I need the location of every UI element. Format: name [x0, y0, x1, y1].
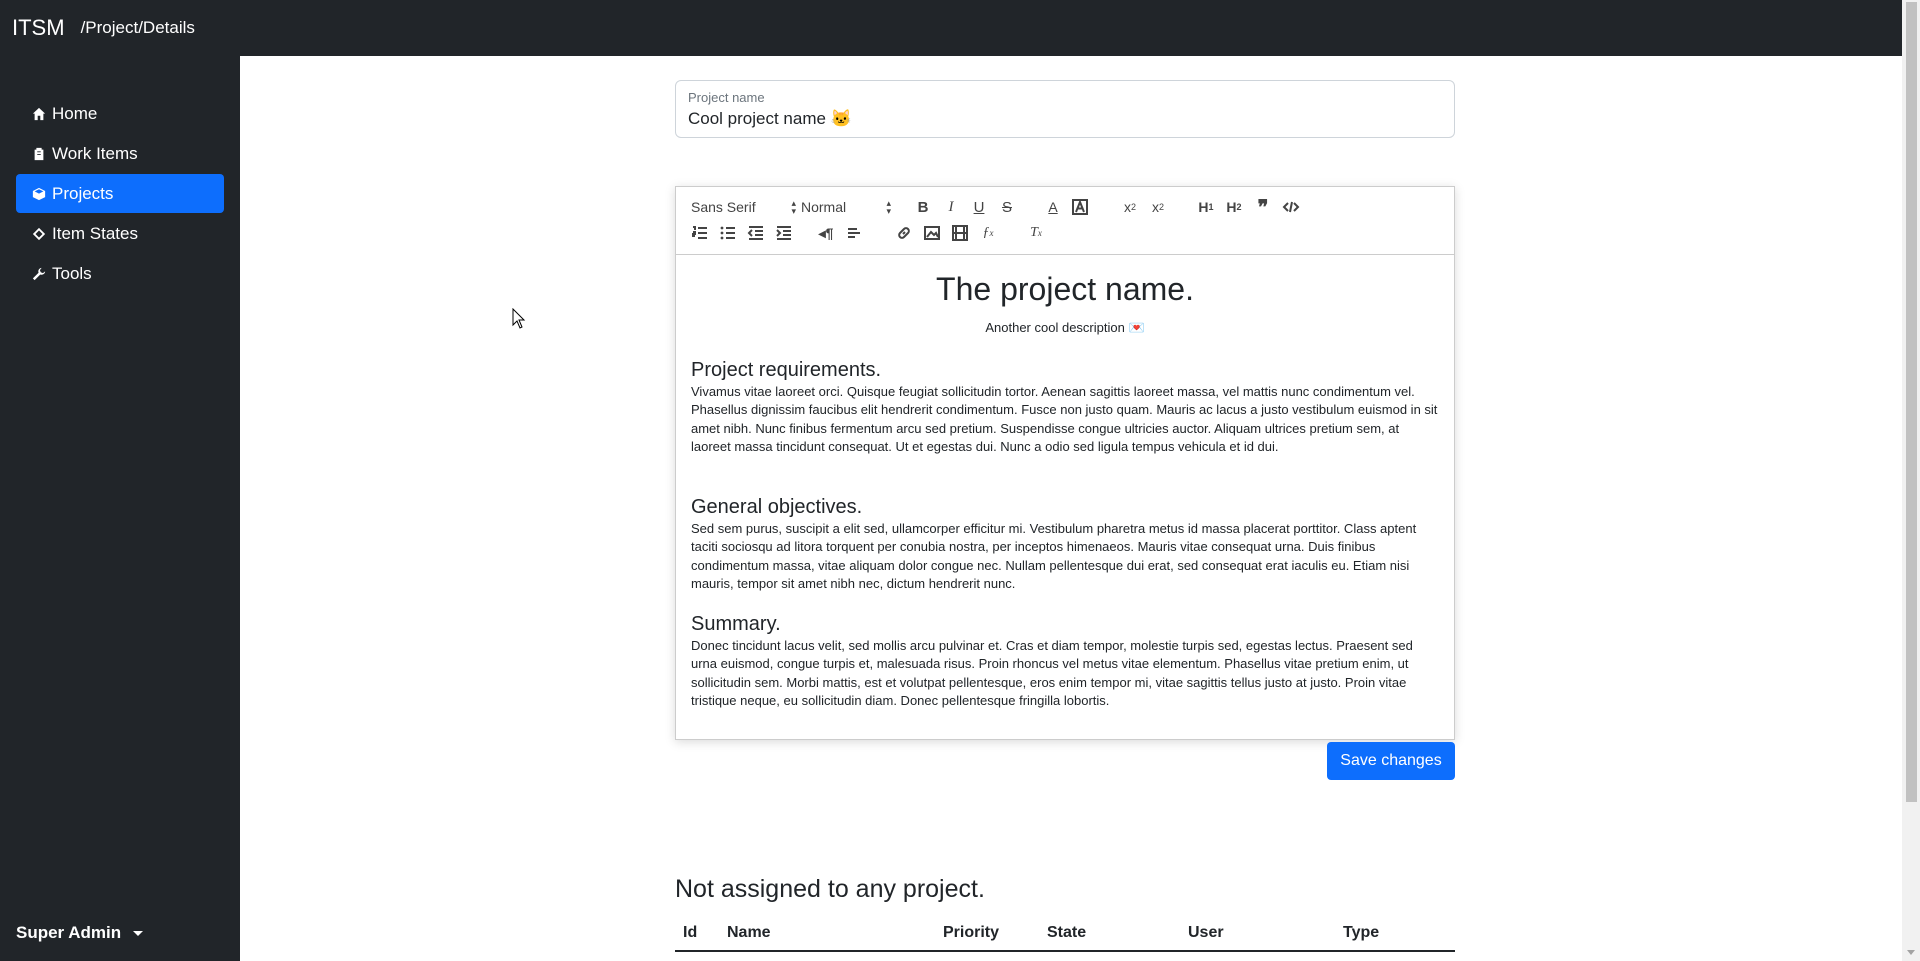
editor-toolbar: Sans Serif ▴ ▾ Normal ▴ ▾ B I U S A x2 x2 …: [676, 187, 1454, 255]
formula-icon[interactable]: ƒx: [976, 222, 1000, 244]
sidebar-item-label: Tools: [52, 263, 92, 283]
section-heading: Summary.: [691, 612, 781, 635]
sidebar-item-work-items[interactable]: Work Items: [16, 134, 224, 173]
link-icon[interactable]: [892, 222, 916, 244]
editor-content[interactable]: The project name. Another cool descripti…: [676, 255, 1454, 725]
mouse-cursor-icon: [512, 308, 526, 329]
scrollbar-thumb[interactable]: [1906, 2, 1917, 802]
column-header-id[interactable]: Id: [683, 924, 697, 942]
clear-formatting-icon[interactable]: Tx: [1024, 222, 1048, 244]
text-color-icon[interactable]: A: [1041, 196, 1065, 218]
sidebar-item-projects[interactable]: Projects: [16, 174, 224, 213]
section-heading: General objectives.: [691, 495, 863, 518]
column-header-state[interactable]: State: [1047, 924, 1086, 942]
section-heading: Project requirements.: [691, 358, 882, 381]
underline-icon[interactable]: U: [967, 196, 991, 218]
rich-text-editor[interactable]: Sans Serif ▴ ▾ Normal ▴ ▾ B I U S A x2 x2 …: [675, 186, 1455, 740]
heading-1-icon[interactable]: H1: [1194, 196, 1218, 218]
work-items-table-header: Id Name Priority State User Type: [675, 918, 1455, 952]
ordered-list-icon[interactable]: [688, 222, 712, 244]
heading-2-icon[interactable]: H2: [1222, 196, 1246, 218]
outdent-icon[interactable]: [744, 222, 768, 244]
app-brand[interactable]: ITSM: [12, 15, 65, 41]
home-icon: [32, 107, 46, 120]
save-changes-button[interactable]: Save changes: [1327, 742, 1455, 780]
diamond-icon: [32, 227, 46, 240]
italic-icon[interactable]: I: [939, 196, 963, 218]
sidebar-item-label: Work Items: [52, 143, 138, 163]
column-header-name[interactable]: Name: [727, 924, 771, 942]
select-arrows-icon: ▴ ▾: [886, 198, 891, 216]
document-title: The project name.: [936, 271, 1194, 307]
text-direction-icon[interactable]: ◂¶: [814, 222, 838, 244]
section-body: Vivamus vitae laoreet orci. Quisque feug…: [691, 383, 1438, 455]
font-size-select[interactable]: Normal ▴ ▾: [801, 196, 891, 218]
image-icon[interactable]: [920, 222, 944, 244]
scroll-down-arrow-icon[interactable]: [1907, 950, 1915, 955]
select-arrows-icon: ▴ ▾: [791, 198, 796, 216]
font-family-value: Sans Serif: [691, 199, 756, 215]
project-name-input[interactable]: Cool project name 🐱: [688, 109, 1442, 129]
project-name-label: Project name: [688, 90, 765, 105]
page-scrollbar[interactable]: [1902, 0, 1920, 961]
font-family-select[interactable]: Sans Serif ▴ ▾: [691, 196, 796, 218]
bullet-list-icon[interactable]: [716, 222, 740, 244]
sidebar-item-item-states[interactable]: Item States: [16, 214, 224, 253]
column-header-user[interactable]: User: [1188, 924, 1224, 942]
breadcrumb: /Project/Details: [80, 18, 195, 37]
clipboard-icon: [34, 147, 44, 160]
subscript-icon[interactable]: x2: [1118, 196, 1142, 218]
section-body: Donec tincidunt lacus velit, sed mollis …: [691, 637, 1413, 709]
strikethrough-icon[interactable]: S: [995, 196, 1019, 218]
unassigned-section-title: Not assigned to any project.: [675, 875, 985, 903]
user-menu-dropdown[interactable]: Super Admin: [16, 923, 144, 943]
background-color-icon[interactable]: [1068, 196, 1092, 218]
align-icon[interactable]: [842, 222, 866, 244]
sidebar-item-label: Home: [52, 103, 98, 123]
sidebar-item-label: Item States: [52, 223, 138, 243]
project-name-field[interactable]: Project name Cool project name 🐱: [675, 80, 1455, 138]
column-header-priority[interactable]: Priority: [943, 924, 999, 942]
sidebar-item-home[interactable]: Home: [16, 94, 224, 133]
document-description: Another cool description 💌: [985, 320, 1145, 335]
bold-icon[interactable]: B: [911, 196, 935, 218]
column-header-type[interactable]: Type: [1343, 924, 1379, 942]
box-icon: [32, 187, 46, 200]
section-body: Sed sem purus, suscipit a elit sed, ulla…: [691, 520, 1417, 592]
blockquote-icon[interactable]: ❞: [1251, 196, 1275, 219]
sidebar-item-tools[interactable]: Tools: [16, 254, 224, 293]
font-size-value: Normal: [801, 199, 847, 215]
caret-down-icon: [133, 930, 144, 936]
superscript-icon[interactable]: x2: [1146, 196, 1170, 218]
indent-icon[interactable]: [772, 222, 796, 244]
top-navbar: ITSM /Project/Details: [0, 0, 1902, 56]
user-menu-label: Super Admin: [16, 923, 122, 942]
empty-line: [691, 457, 1439, 477]
sidebar: Home Work Items Projects Item States Too…: [0, 56, 240, 961]
video-icon[interactable]: [948, 222, 972, 244]
wrench-icon: [32, 267, 46, 280]
sidebar-item-label: Projects: [52, 183, 114, 203]
code-block-icon[interactable]: [1279, 196, 1303, 218]
